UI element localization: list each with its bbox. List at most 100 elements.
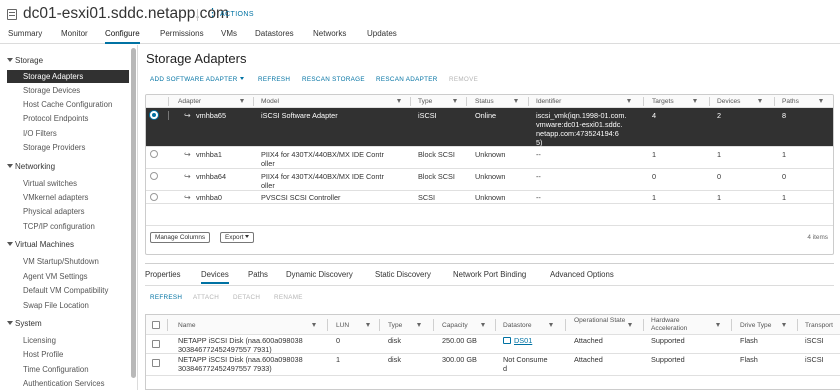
filter-icon[interactable]: [312, 323, 316, 327]
nav-group-virtual-machines[interactable]: Virtual Machines: [5, 238, 134, 251]
column-header-devices[interactable]: Devices: [717, 98, 740, 105]
column-header-model[interactable]: Model: [261, 98, 279, 105]
sidebar-item-authentication-services[interactable]: Authentication Services: [0, 377, 129, 390]
filter-icon[interactable]: [693, 99, 697, 103]
sidebar-item-swap-file-location[interactable]: Swap File Location: [0, 299, 129, 312]
filter-icon[interactable]: [240, 99, 244, 103]
filter-icon[interactable]: [627, 99, 631, 103]
column-header-capacity[interactable]: Capacity: [442, 322, 468, 330]
sidebar-item-virtual-switches[interactable]: Virtual switches: [0, 177, 129, 190]
filter-icon[interactable]: [819, 99, 823, 103]
filter-icon[interactable]: [758, 99, 762, 103]
table-row[interactable]: ↪ vmhba64 PIIX4 for 430TX/440BX/MX IDE C…: [146, 169, 833, 191]
nav-group-networking[interactable]: Networking: [5, 160, 134, 173]
column-header-hardware-acceleration[interactable]: Hardware Acceleration: [651, 317, 703, 333]
tab-configure[interactable]: Configure: [105, 29, 140, 44]
sidebar-item-io-filters[interactable]: I/O Filters: [0, 127, 129, 140]
tab-updates[interactable]: Updates: [367, 29, 397, 44]
sidebar-item-default-vm-compatibility[interactable]: Default VM Compatibility: [0, 284, 129, 297]
filter-icon[interactable]: [397, 99, 401, 103]
sidebar-item-time-configuration[interactable]: Time Configuration: [0, 363, 129, 376]
filter-icon[interactable]: [514, 99, 518, 103]
filter-icon[interactable]: [782, 323, 786, 327]
filter-icon[interactable]: [417, 323, 421, 327]
rescan-adapter-button[interactable]: RESCAN ADAPTER: [376, 76, 438, 83]
sidebar-item-vmkernel-adapters[interactable]: VMkernel adapters: [0, 191, 129, 204]
table-row[interactable]: ↪ vmhba0 PVSCSI SCSI Controller SCSI Unk…: [146, 191, 833, 204]
column-header-paths[interactable]: Paths: [782, 98, 799, 105]
tab-dynamic-discovery[interactable]: Dynamic Discovery: [286, 270, 353, 279]
cell-drive-type: Flash: [740, 355, 758, 364]
tab-static-discovery[interactable]: Static Discovery: [375, 270, 431, 279]
nav-group-storage[interactable]: Storage: [5, 54, 134, 67]
tab-monitor[interactable]: Monitor: [61, 29, 88, 44]
devices-refresh-button[interactable]: REFRESH: [150, 294, 182, 301]
rescan-storage-button[interactable]: RESCAN STORAGE: [302, 76, 365, 83]
tab-network-port-binding[interactable]: Network Port Binding: [453, 270, 526, 279]
sidebar-item-agent-vm-settings[interactable]: Agent VM Settings: [0, 270, 129, 283]
tab-summary[interactable]: Summary: [8, 29, 42, 44]
sidebar-scrollbar[interactable]: [131, 48, 136, 378]
rename-button[interactable]: RENAME: [274, 294, 303, 301]
tab-properties[interactable]: Properties: [145, 270, 181, 279]
pane-splitter[interactable]: [145, 263, 834, 264]
column-header-lun[interactable]: LUN: [336, 322, 349, 330]
filter-icon[interactable]: [453, 99, 457, 103]
table-row[interactable]: NETAPP iSCSI Disk (naa.600a098038 303846…: [146, 354, 840, 376]
more-vertical-icon[interactable]: ⋮: [207, 8, 218, 19]
row-radio[interactable]: [150, 150, 158, 158]
manage-columns-button[interactable]: Manage Columns: [150, 232, 211, 243]
filter-icon[interactable]: [628, 323, 632, 327]
filter-icon[interactable]: [481, 323, 485, 327]
table-row[interactable]: ↪ vmhba1 PIIX4 for 430TX/440BX/MX IDE Co…: [146, 147, 833, 169]
sidebar-item-storage-devices[interactable]: Storage Devices: [0, 84, 129, 97]
select-all-checkbox[interactable]: [152, 321, 160, 329]
remove-button[interactable]: REMOVE: [449, 76, 478, 83]
filter-icon[interactable]: [366, 323, 370, 327]
sidebar-item-storage-providers[interactable]: Storage Providers: [0, 141, 129, 154]
sidebar-item-tcpip-configuration[interactable]: TCP/IP configuration: [0, 220, 129, 233]
export-button[interactable]: Export: [220, 232, 255, 243]
tab-devices[interactable]: Devices: [201, 270, 229, 284]
nav-group-system[interactable]: System: [5, 317, 134, 330]
tab-permissions[interactable]: Permissions: [160, 29, 204, 44]
sidebar-item-licensing[interactable]: Licensing: [0, 334, 129, 347]
column-header-drive-type[interactable]: Drive Type: [740, 322, 771, 330]
row-radio[interactable]: [150, 193, 158, 201]
table-row[interactable]: ↪ vmhba65 iSCSI Software Adapter iSCSI O…: [146, 108, 833, 147]
detach-button[interactable]: DETACH: [233, 294, 260, 301]
column-header-operational-state[interactable]: Operational State: [574, 317, 626, 325]
column-header-name[interactable]: Name: [178, 322, 196, 330]
column-header-adapter[interactable]: Adapter: [178, 98, 201, 105]
filter-icon[interactable]: [716, 323, 720, 327]
table-row[interactable]: NETAPP iSCSI Disk (naa.600a098038 303846…: [146, 335, 840, 354]
row-checkbox[interactable]: [152, 359, 160, 367]
column-header-type[interactable]: Type: [388, 322, 402, 330]
actions-menu-button[interactable]: ACTIONS: [220, 11, 254, 18]
sidebar-item-physical-adapters[interactable]: Physical adapters: [0, 205, 129, 218]
column-header-type[interactable]: Type: [418, 98, 432, 105]
filter-icon[interactable]: [549, 323, 553, 327]
row-checkbox[interactable]: [152, 340, 160, 348]
attach-button[interactable]: ATTACH: [193, 294, 219, 301]
column-header-datastore[interactable]: Datastore: [503, 322, 532, 330]
sidebar-item-protocol-endpoints[interactable]: Protocol Endpoints: [0, 112, 129, 125]
tab-paths[interactable]: Paths: [248, 270, 268, 279]
row-radio[interactable]: [150, 111, 158, 119]
sidebar-item-host-profile[interactable]: Host Profile: [0, 348, 129, 361]
add-software-adapter-button[interactable]: ADD SOFTWARE ADAPTER: [150, 76, 244, 83]
sidebar-item-host-cache[interactable]: Host Cache Configuration: [0, 98, 129, 111]
row-radio[interactable]: [150, 172, 158, 180]
sidebar-item-vm-startup-shutdown[interactable]: VM Startup/Shutdown: [0, 255, 129, 268]
column-header-transport[interactable]: Transport: [805, 322, 833, 330]
tab-networks[interactable]: Networks: [313, 29, 346, 44]
tab-vms[interactable]: VMs: [221, 29, 237, 44]
datastore-link[interactable]: DS01: [503, 336, 532, 345]
tab-advanced-options[interactable]: Advanced Options: [550, 270, 614, 279]
column-header-status[interactable]: Status: [475, 98, 494, 105]
refresh-button[interactable]: REFRESH: [258, 76, 290, 83]
column-header-identifier[interactable]: Identifier: [536, 98, 561, 105]
column-header-targets[interactable]: Targets: [652, 98, 674, 105]
tab-datastores[interactable]: Datastores: [255, 29, 294, 44]
sidebar-item-storage-adapters[interactable]: Storage Adapters: [7, 70, 129, 83]
